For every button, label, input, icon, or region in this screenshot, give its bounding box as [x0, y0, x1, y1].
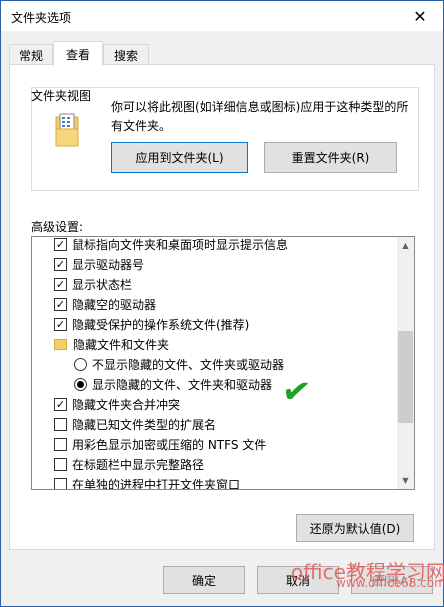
- list-item-label: 隐藏文件夹合并冲突: [72, 397, 181, 412]
- scrollbar-thumb[interactable]: [398, 331, 413, 423]
- ok-button[interactable]: 确定: [163, 566, 245, 594]
- list-item-label: 在标题栏中显示完整路径: [72, 457, 205, 472]
- list-item-label: 在单独的进程中打开文件夹窗口: [72, 477, 241, 490]
- list-item-label: 用彩色显示加密或压缩的 NTFS 文件: [72, 437, 267, 452]
- checkbox-checked[interactable]: ✓: [54, 297, 67, 311]
- list-item[interactable]: 在标题栏中显示完整路径: [32, 454, 397, 474]
- list-item[interactable]: 用彩色显示加密或压缩的 NTFS 文件: [32, 434, 397, 454]
- list-item[interactable]: 在单独的进程中打开文件夹窗口: [32, 474, 397, 490]
- list-item[interactable]: ✓ 鼠标指向文件夹和桌面项时显示提示信息: [32, 237, 397, 254]
- list-item[interactable]: 隐藏已知文件类型的扩展名: [32, 414, 397, 434]
- list-item[interactable]: ✓ 显示驱动器号: [32, 254, 397, 274]
- advanced-list-scrollbar[interactable]: ▲ ▼: [397, 237, 414, 489]
- scroll-down-icon[interactable]: ▼: [397, 472, 414, 489]
- tab-view[interactable]: 查看: [53, 41, 103, 66]
- list-item[interactable]: ✓ 显示状态栏: [32, 274, 397, 294]
- list-item-label: 显示隐藏的文件、文件夹和驱动器: [92, 377, 273, 392]
- list-item-label: 隐藏受保护的操作系统文件(推荐): [72, 317, 250, 332]
- list-item[interactable]: ✓ 隐藏空的驱动器: [32, 294, 397, 314]
- advanced-settings-list[interactable]: ✓ 鼠标指向文件夹和桌面项时显示提示信息 ✓ 显示驱动器号 ✓ 显示状态栏 ✓ 隐藏空的驱动器…: [31, 236, 415, 490]
- advanced-settings-label: 高级设置:: [31, 220, 84, 234]
- radio-selected[interactable]: [74, 377, 87, 391]
- checkbox[interactable]: [54, 417, 67, 431]
- radio[interactable]: [74, 357, 87, 371]
- advanced-settings-items: ✓ 鼠标指向文件夹和桌面项时显示提示信息 ✓ 显示驱动器号 ✓ 显示状态栏 ✓ 隐藏空的驱动器…: [32, 237, 397, 490]
- checkbox-checked[interactable]: ✓: [54, 257, 67, 271]
- list-item: 隐藏文件和文件夹: [32, 334, 397, 354]
- restore-defaults-button[interactable]: 还原为默认值(D): [296, 514, 414, 542]
- watermark-url: www.office68.com: [336, 576, 444, 590]
- list-item-label: 显示状态栏: [72, 277, 133, 292]
- list-item[interactable]: ✓ 隐藏文件夹合并冲突: [32, 394, 397, 414]
- list-item[interactable]: 不显示隐藏的文件、文件夹或驱动器: [32, 354, 397, 374]
- checkbox[interactable]: [54, 457, 67, 471]
- checkbox[interactable]: [54, 437, 67, 451]
- tab-general[interactable]: 常规: [9, 44, 53, 65]
- tab-search[interactable]: 搜索: [103, 44, 149, 65]
- checkbox-checked[interactable]: ✓: [54, 237, 67, 251]
- folder-views-description: 你可以将此视图(如详细信息或图标)应用于这种类型的所有文件夹。: [111, 100, 409, 133]
- checkbox-checked[interactable]: ✓: [54, 317, 67, 331]
- apply-to-folders-button[interactable]: 应用到文件夹(L): [111, 142, 248, 173]
- checkbox-checked[interactable]: ✓: [54, 277, 67, 291]
- title-bar: 文件夹选项 ✕: [1, 1, 443, 31]
- folder-options-dialog: 文件夹选项 ✕ 常规 查看 搜索 文件夹视图 你可以将此视图(如详细信息或图标)…: [0, 0, 444, 607]
- folder-views-legend: 文件夹视图: [31, 89, 92, 103]
- checkbox-checked[interactable]: ✓: [54, 397, 67, 411]
- list-item-label: 不显示隐藏的文件、文件夹或驱动器: [92, 357, 285, 372]
- list-item[interactable]: ✓ 隐藏受保护的操作系统文件(推荐): [32, 314, 397, 334]
- list-item-label: 鼠标指向文件夹和桌面项时显示提示信息: [72, 237, 289, 252]
- green-checkmark-icon: ✔: [279, 370, 314, 414]
- list-item-label: 隐藏空的驱动器: [72, 297, 157, 312]
- window-title: 文件夹选项: [11, 11, 72, 25]
- folder-view-icon: [55, 113, 79, 147]
- list-item-label: 隐藏已知文件类型的扩展名: [72, 417, 217, 432]
- scroll-up-icon[interactable]: ▲: [397, 237, 414, 254]
- list-item-label: 显示驱动器号: [72, 257, 145, 272]
- close-icon[interactable]: ✕: [397, 1, 443, 31]
- checkbox[interactable]: [54, 477, 67, 489]
- list-item-label: 隐藏文件和文件夹: [73, 337, 170, 352]
- folder-icon: [54, 338, 67, 350]
- reset-folders-button[interactable]: 重置文件夹(R): [264, 142, 397, 173]
- list-item[interactable]: 显示隐藏的文件、文件夹和驱动器: [32, 374, 397, 394]
